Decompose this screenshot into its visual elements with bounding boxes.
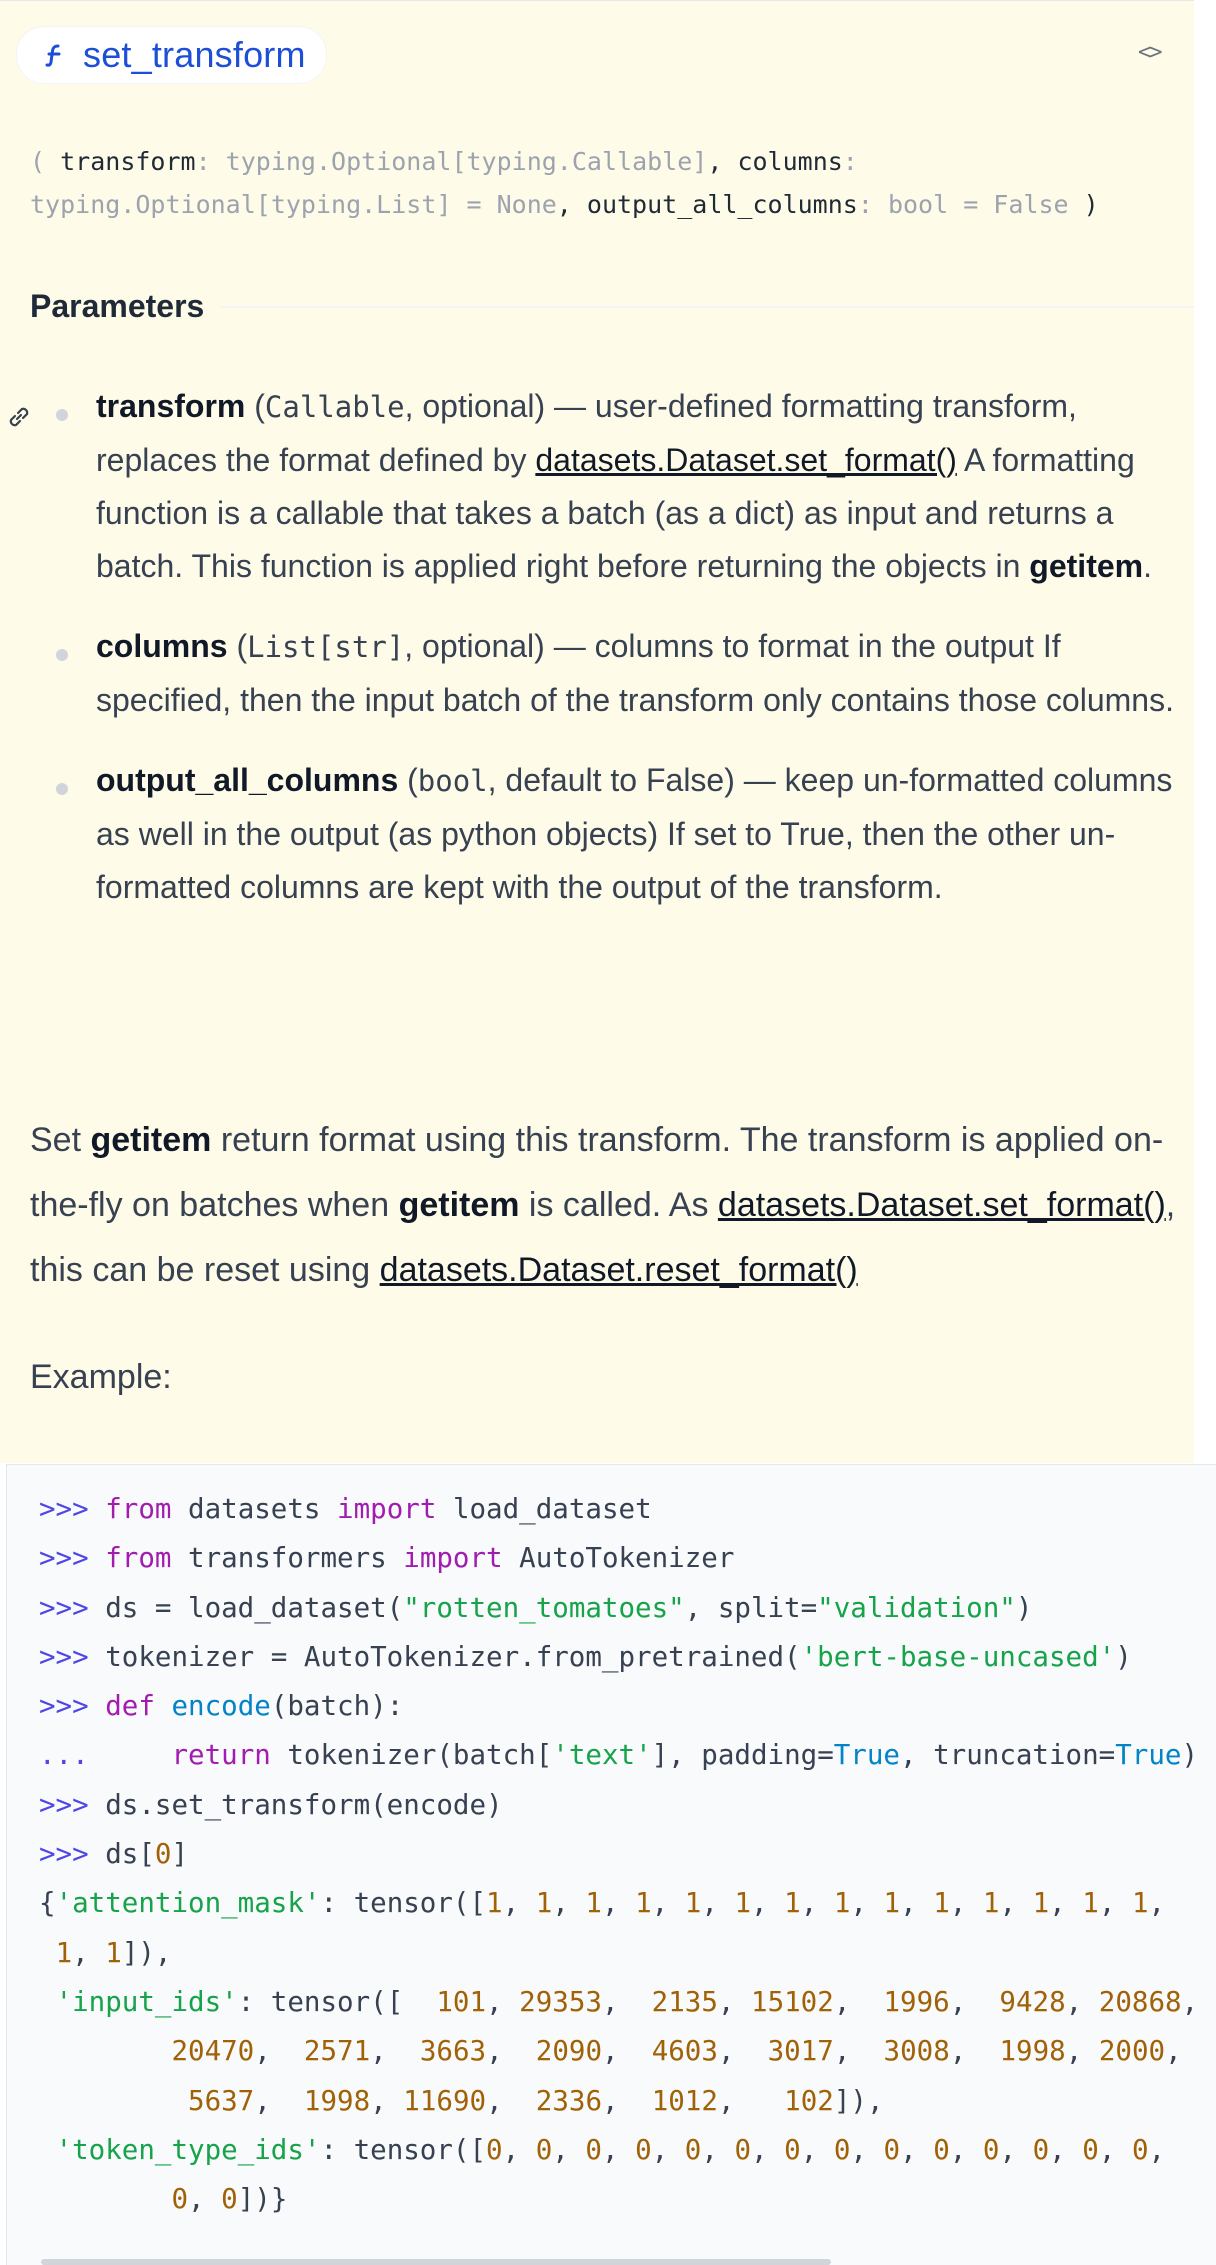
parameter-list: transform (Callable, optional) — user-de… [54, 380, 1194, 941]
code-horizontal-scrollbar[interactable] [41, 2259, 831, 2265]
example-label: Example: [30, 1358, 172, 1396]
set-format-link[interactable]: datasets.Dataset.set_format() [535, 442, 957, 478]
parameters-heading: Parameters [30, 288, 1194, 325]
code-example-block[interactable]: >>> from datasets import load_dataset >>… [6, 1464, 1216, 2265]
bullet-dot [56, 783, 68, 795]
bullet-dot [56, 409, 68, 421]
code-text: >>> from datasets import load_dataset >>… [39, 1493, 1215, 2216]
bullet-dot [56, 649, 68, 661]
view-source-button[interactable]: <> [1138, 40, 1162, 65]
param-item-columns: columns (List[str], optional) — columns … [54, 620, 1194, 727]
anchor-link-icon[interactable] [4, 402, 34, 432]
param-item-output-all-columns: output_all_columns (bool, default to Fal… [54, 754, 1194, 914]
reset-format-link[interactable]: datasets.Dataset.reset_format() [380, 1251, 858, 1289]
function-signature: ( transform: typing.Optional[typing.Call… [30, 147, 1099, 219]
param-item-transform: transform (Callable, optional) — user-de… [54, 380, 1194, 593]
function-icon [41, 41, 69, 69]
function-name: set_transform [83, 34, 306, 75]
set-format-link-2[interactable]: datasets.Dataset.set_format() [718, 1186, 1166, 1224]
function-name-chip[interactable]: set_transform [16, 26, 327, 84]
heading-divider [220, 305, 1194, 308]
method-description: Set getitem return format using this tra… [30, 1121, 1176, 1289]
